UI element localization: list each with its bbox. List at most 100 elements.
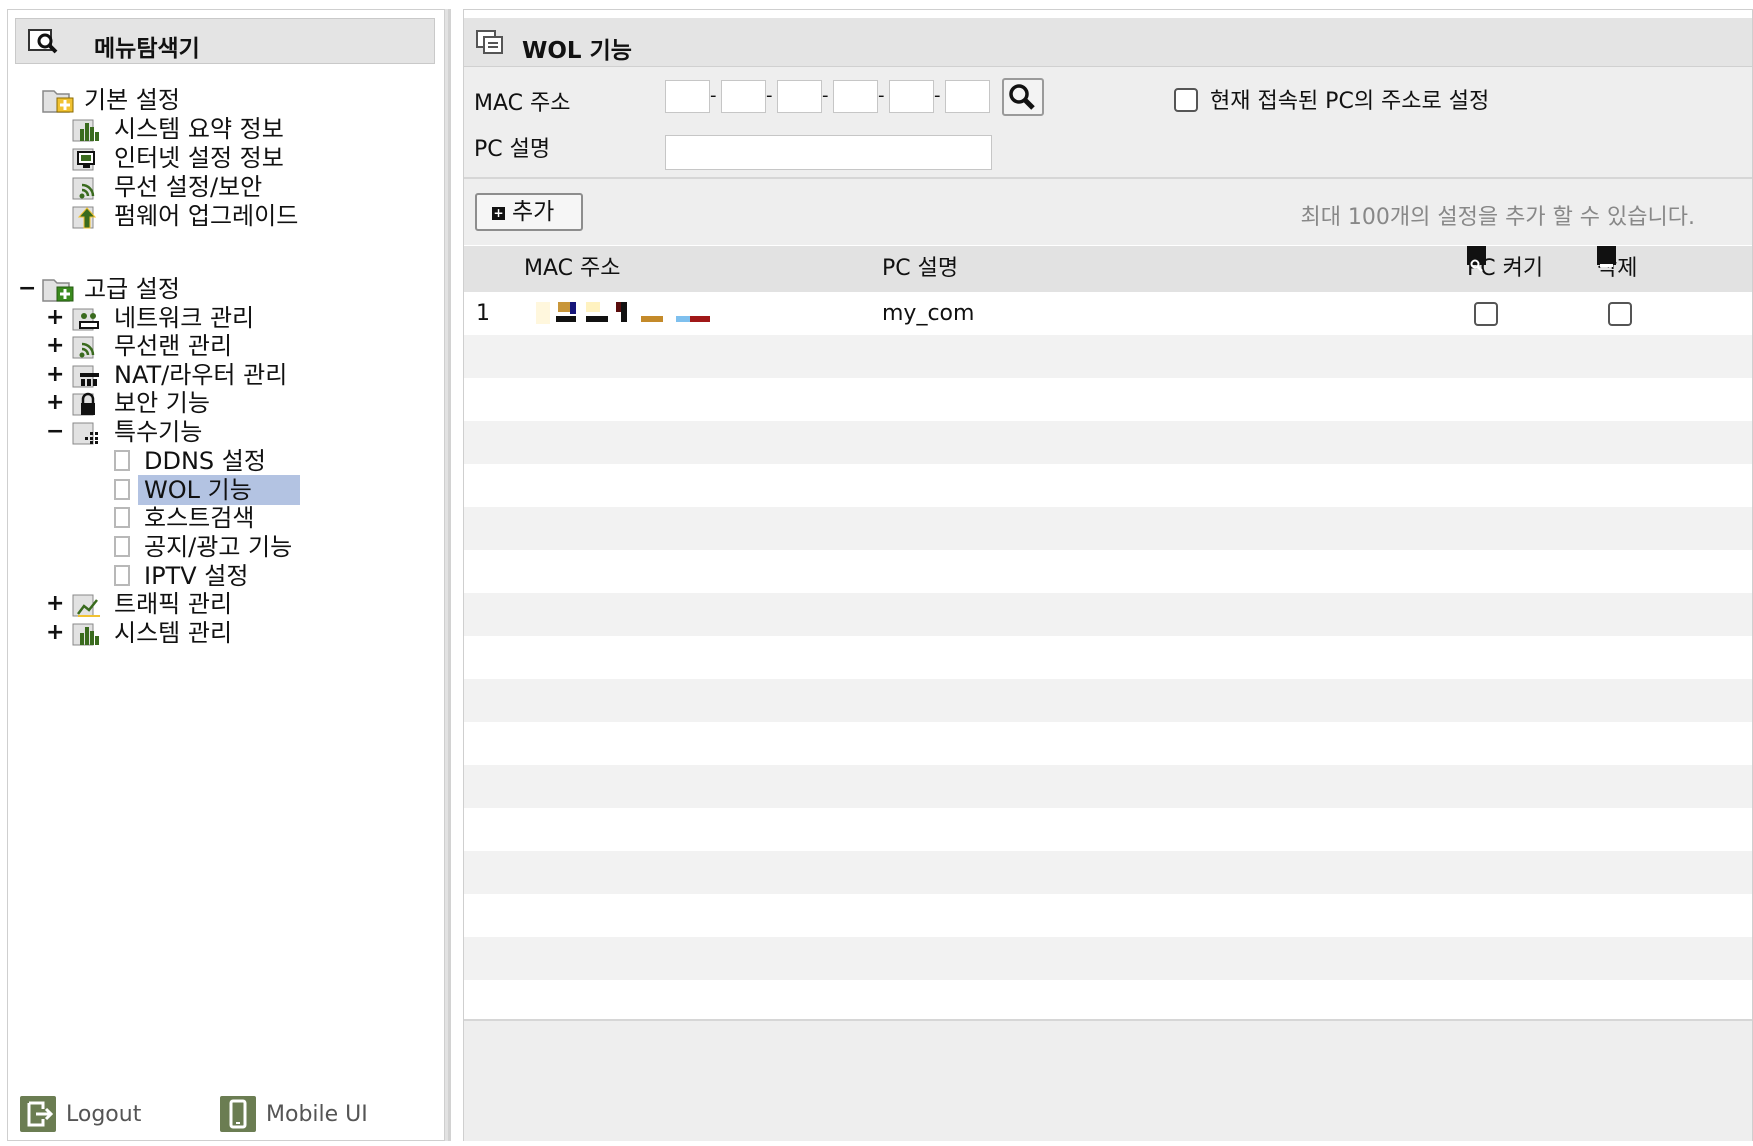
mac-octet-4-input[interactable] <box>833 80 878 113</box>
upgrade-arrow-icon <box>72 204 104 237</box>
add-bar: + 추가 최대 100개의 설정을 추가 할 수 있습니다. <box>464 179 1752 245</box>
add-button[interactable]: + 추가 <box>475 193 583 231</box>
expand-toggle[interactable]: + <box>46 303 64 333</box>
mac-octet-6-input[interactable] <box>945 80 990 113</box>
tree-item-security[interactable]: + 보안 기능 <box>46 388 366 418</box>
tree-item-wireless-security[interactable]: 무선 설정/보안 <box>68 172 368 202</box>
table-row-empty <box>464 550 1752 593</box>
menu-explorer-title: 메뉴탐색기 <box>94 36 200 62</box>
mac-separator: - <box>822 85 829 106</box>
tree-advanced-settings[interactable]: − 고급 설정 <box>18 274 338 304</box>
collapse-toggle[interactable]: − <box>18 274 36 304</box>
table-row: 1 my_com <box>464 292 1752 335</box>
tree-item-network-mgmt[interactable]: + 네트워크 관리 <box>46 303 366 333</box>
tree-item-system-mgmt[interactable]: + 시스템 관리 <box>46 618 366 648</box>
bar-chart-icon <box>72 621 104 654</box>
column-mac: MAC 주소 <box>524 256 621 281</box>
minus-icon <box>1597 246 1616 267</box>
tree-basic-settings[interactable]: 기본 설정 <box>38 85 338 115</box>
row-power-on-checkbox[interactable] <box>1474 302 1498 326</box>
mac-address-redacted <box>536 302 736 332</box>
tree-leaf-label: IPTV 설정 <box>144 562 249 590</box>
collapse-toggle[interactable]: − <box>46 417 64 447</box>
page-title: WOL 기능 <box>522 38 632 64</box>
table-row-empty <box>464 464 1752 507</box>
expand-toggle[interactable]: + <box>46 388 64 418</box>
table-row-empty <box>464 894 1752 937</box>
power-on-icon <box>1467 246 1486 272</box>
table-row-empty <box>464 593 1752 636</box>
mac-octet-2-input[interactable] <box>721 80 766 113</box>
use-current-pc-label: 현재 접속된 PC의 주소로 설정 <box>1210 89 1490 114</box>
logout-button[interactable]: Logout <box>20 1095 180 1135</box>
column-power-on: PC 켜기 <box>1467 246 1543 292</box>
pc-description-label: PC 설명 <box>474 137 551 162</box>
tree-leaf-notice-ad[interactable]: 공지/광고 기능 <box>114 532 334 562</box>
tree-item-label: 시스템 요약 정보 <box>114 115 284 143</box>
tree-basic-settings-label: 기본 설정 <box>84 86 180 114</box>
tree-item-label: 특수기능 <box>114 418 203 446</box>
use-current-pc-checkbox[interactable] <box>1174 88 1198 112</box>
page-icon <box>114 536 130 557</box>
mac-octet-3-input[interactable] <box>777 80 822 113</box>
table-row-empty <box>464 421 1752 464</box>
tree-item-label: 무선랜 관리 <box>114 332 233 360</box>
mobile-phone-icon <box>220 1096 256 1132</box>
wol-panel: WOL 기능 MAC 주소 - - - - - 현재 접속된 PC의 주소로 설… <box>463 9 1753 1141</box>
menu-explorer-panel: 메뉴탐색기 기본 설정 시스템 요약 정보 인터넷 설정 정보 무선 설정/보안… <box>7 9 445 1141</box>
tree-leaf-iptv[interactable]: IPTV 설정 <box>114 561 314 591</box>
row-delete-checkbox[interactable] <box>1608 302 1632 326</box>
menu-search-icon <box>28 28 62 58</box>
plus-icon: + <box>492 206 505 220</box>
logout-label: Logout <box>66 1102 142 1127</box>
column-pc-desc: PC 설명 <box>882 256 959 281</box>
tree-advanced-settings-label: 고급 설정 <box>84 275 180 303</box>
tree-item-traffic-mgmt[interactable]: + 트래픽 관리 <box>46 589 366 619</box>
tree-item-label: NAT/라우터 관리 <box>114 361 288 389</box>
max-entries-notice: 최대 100개의 설정을 추가 할 수 있습니다. <box>1300 205 1695 230</box>
panel-header: WOL 기능 <box>464 18 1752 67</box>
mac-separator: - <box>710 85 717 106</box>
tree-item-label: 트래픽 관리 <box>114 590 233 618</box>
expand-toggle[interactable]: + <box>46 618 64 648</box>
tree-item-internet-info[interactable]: 인터넷 설정 정보 <box>68 143 368 173</box>
logout-icon <box>20 1096 56 1132</box>
mac-octet-1-input[interactable] <box>665 80 710 113</box>
tree-leaf-host-search[interactable]: 호스트검색 <box>114 503 314 533</box>
add-button-label: 추가 <box>512 199 555 225</box>
table-header: MAC 주소 PC 설명 PC 켜기 삭제 <box>464 246 1752 292</box>
tree-item-label: 인터넷 설정 정보 <box>114 144 284 172</box>
pc-description-input[interactable] <box>665 135 992 170</box>
page-icon <box>114 507 130 528</box>
tree-leaf-label: 호스트검색 <box>144 504 255 532</box>
tree-leaf-wol[interactable]: WOL 기능 <box>114 475 314 505</box>
table-row-empty <box>464 378 1752 421</box>
tree-item-system-summary[interactable]: 시스템 요약 정보 <box>68 114 368 144</box>
page-icon <box>114 450 130 471</box>
expand-toggle[interactable]: + <box>46 589 64 619</box>
tree-item-special-functions[interactable]: − 특수기능 <box>46 417 366 447</box>
grid-dots-icon <box>72 420 104 453</box>
tree-item-firmware-upgrade[interactable]: 펌웨어 업그레이드 <box>68 201 368 231</box>
tree-item-nat-router[interactable]: + NAT/라우터 관리 <box>46 360 366 390</box>
row-pc-desc: my_com <box>882 301 975 326</box>
page-icon <box>114 565 130 586</box>
tree-leaf-label: DDNS 설정 <box>144 447 266 475</box>
expand-toggle[interactable]: + <box>46 360 64 390</box>
mobile-ui-button[interactable]: Mobile UI <box>220 1095 410 1135</box>
expand-toggle[interactable]: + <box>46 331 64 361</box>
mac-separator: - <box>878 85 885 106</box>
mac-octet-5-input[interactable] <box>889 80 934 113</box>
tree-leaf-ddns[interactable]: DDNS 설정 <box>114 446 314 476</box>
table-row-empty <box>464 679 1752 722</box>
mobile-ui-label: Mobile UI <box>266 1102 368 1127</box>
tree-item-wlan-mgmt[interactable]: + 무선랜 관리 <box>46 331 366 361</box>
table-row-empty <box>464 980 1752 1019</box>
column-delete: 삭제 <box>1597 246 1637 292</box>
sidebar-footer: Logout Mobile UI <box>20 1095 440 1135</box>
window-stack-icon <box>476 30 506 60</box>
tree-item-label: 무선 설정/보안 <box>114 173 263 201</box>
table-row-empty <box>464 636 1752 679</box>
table-row-empty <box>464 808 1752 851</box>
mac-search-button[interactable] <box>1002 78 1044 116</box>
